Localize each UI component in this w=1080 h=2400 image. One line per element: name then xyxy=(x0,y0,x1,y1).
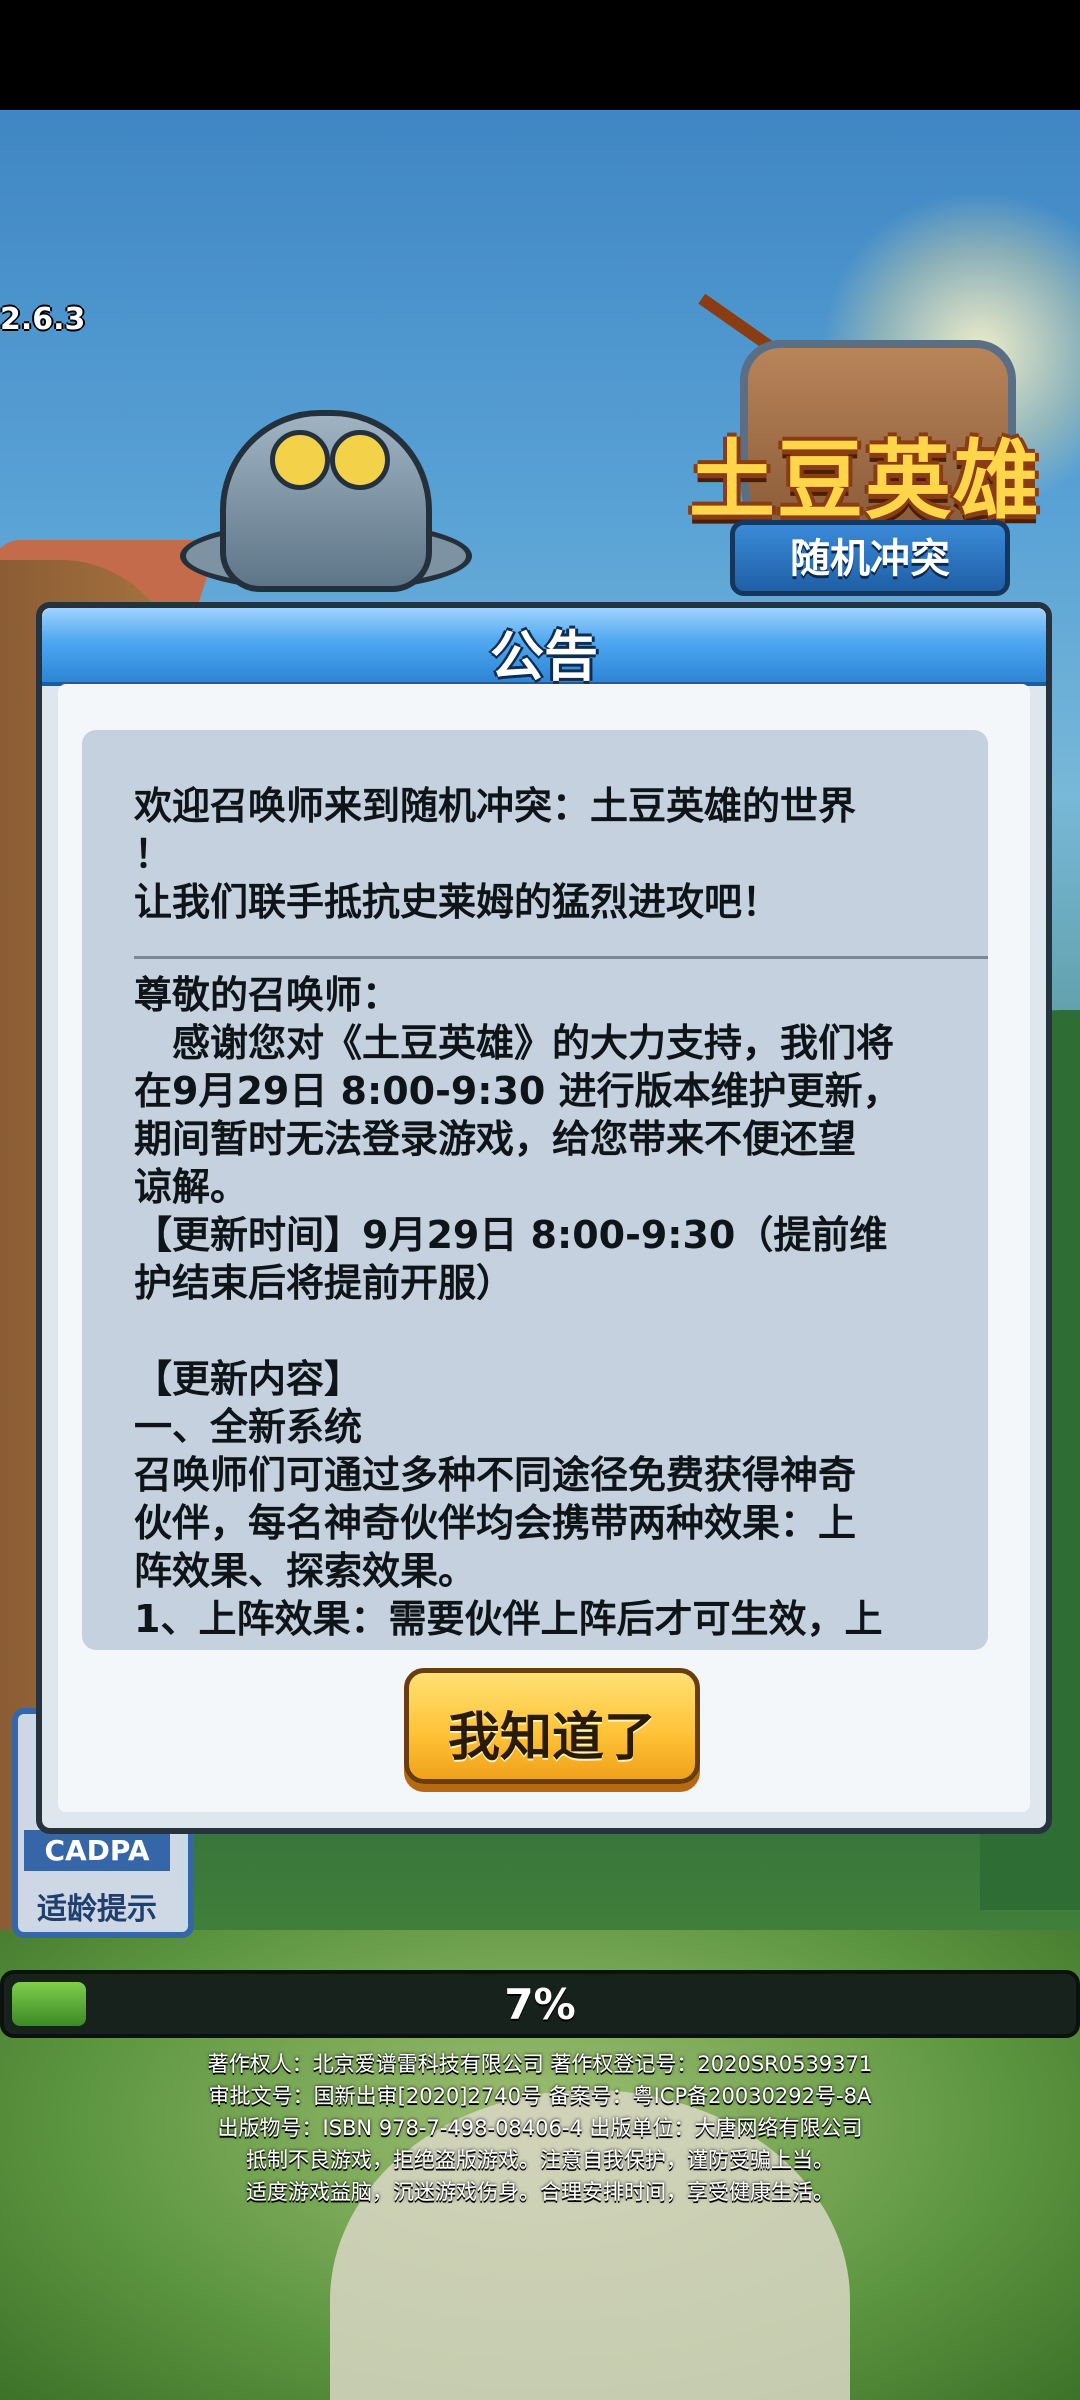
text-line: 在9月29日 8:00-9:30 进行版本维护更新， xyxy=(134,1069,901,1113)
legal-line: 适度游戏益脑，沉迷游戏伤身。合理安排时间，享受健康生活。 xyxy=(246,2180,834,2204)
text-line: 期间暂时无法登录游戏，给您带来不便还望 xyxy=(134,1117,857,1161)
legal-line: 抵制不良游戏，拒绝盗版游戏。注意自我保护，谨防受骗上当。 xyxy=(246,2148,834,2172)
text-line: ！ xyxy=(134,832,173,876)
legal-line: 出版物号：ISBN 978-7-498-08406-4 出版单位：大唐网络有限公… xyxy=(217,2116,863,2140)
age-rating-hint: 适龄提示 xyxy=(37,1892,157,1927)
status-bar xyxy=(0,0,1080,110)
text-line: 1、上阵效果：需要伙伴上阵后才可生效，上 xyxy=(134,1597,883,1641)
text-line: 护结束后将提前开服） xyxy=(134,1261,515,1305)
text-line: 欢迎召唤师来到随机冲突：土豆英雄的世界 xyxy=(134,784,857,828)
dialog-header: 公告 xyxy=(42,608,1046,688)
got-it-button[interactable]: 我知道了 xyxy=(404,1668,700,1784)
announcement-dialog: 公告 欢迎召唤师来到随机冲突：土豆英雄的世界 ！ 让我们联手抵抗史莱姆的猛烈进攻… xyxy=(36,602,1052,1834)
text-line: 【更新时间】9月29日 8:00-9:30（提前维 xyxy=(134,1213,888,1257)
legal-line: 审批文号：国新出审[2020]2740号 备案号：粤ICP备20030292号-… xyxy=(208,2084,872,2108)
loading-progress-bar: 7% xyxy=(0,1970,1080,2038)
announcement-scroll-area[interactable]: 欢迎召唤师来到随机冲突：土豆英雄的世界 ！ 让我们联手抵抗史莱姆的猛烈进攻吧！ … xyxy=(82,730,988,1650)
text-line: 伙伴，每名神奇伙伴均会携带两种效果：上 xyxy=(134,1501,857,1545)
text-line: 【更新内容】 xyxy=(134,1357,363,1401)
legal-notice: 著作权人：北京爱谱雷科技有限公司 著作权登记号：2020SR0539371 审批… xyxy=(0,2048,1080,2208)
legal-line: 著作权人：北京爱谱雷科技有限公司 著作权登记号：2020SR0539371 xyxy=(207,2052,873,2076)
loading-percent: 7% xyxy=(504,1980,576,2029)
text-line: 感谢您对《土豆英雄》的大力支持，我们将 xyxy=(134,1021,895,1065)
text-line: 让我们联手抵抗史莱姆的猛烈进攻吧！ xyxy=(134,880,781,924)
text-line: 谅解。 xyxy=(134,1165,249,1209)
text-line: 召唤师们可通过多种不同途径免费获得神奇 xyxy=(134,1453,857,1497)
text-line: 尊敬的召唤师： xyxy=(134,973,401,1017)
got-it-button-label: 我知道了 xyxy=(447,1708,656,1768)
text-line: 一、全新系统 xyxy=(134,1405,363,1449)
dialog-title: 公告 xyxy=(490,625,598,688)
section-divider xyxy=(134,956,988,959)
announcement-text: 欢迎召唤师来到随机冲突：土豆英雄的世界 ！ 让我们联手抵抗史莱姆的猛烈进攻吧！ … xyxy=(134,782,988,1643)
text-line: 阵效果、探索效果。 xyxy=(134,1549,477,1593)
